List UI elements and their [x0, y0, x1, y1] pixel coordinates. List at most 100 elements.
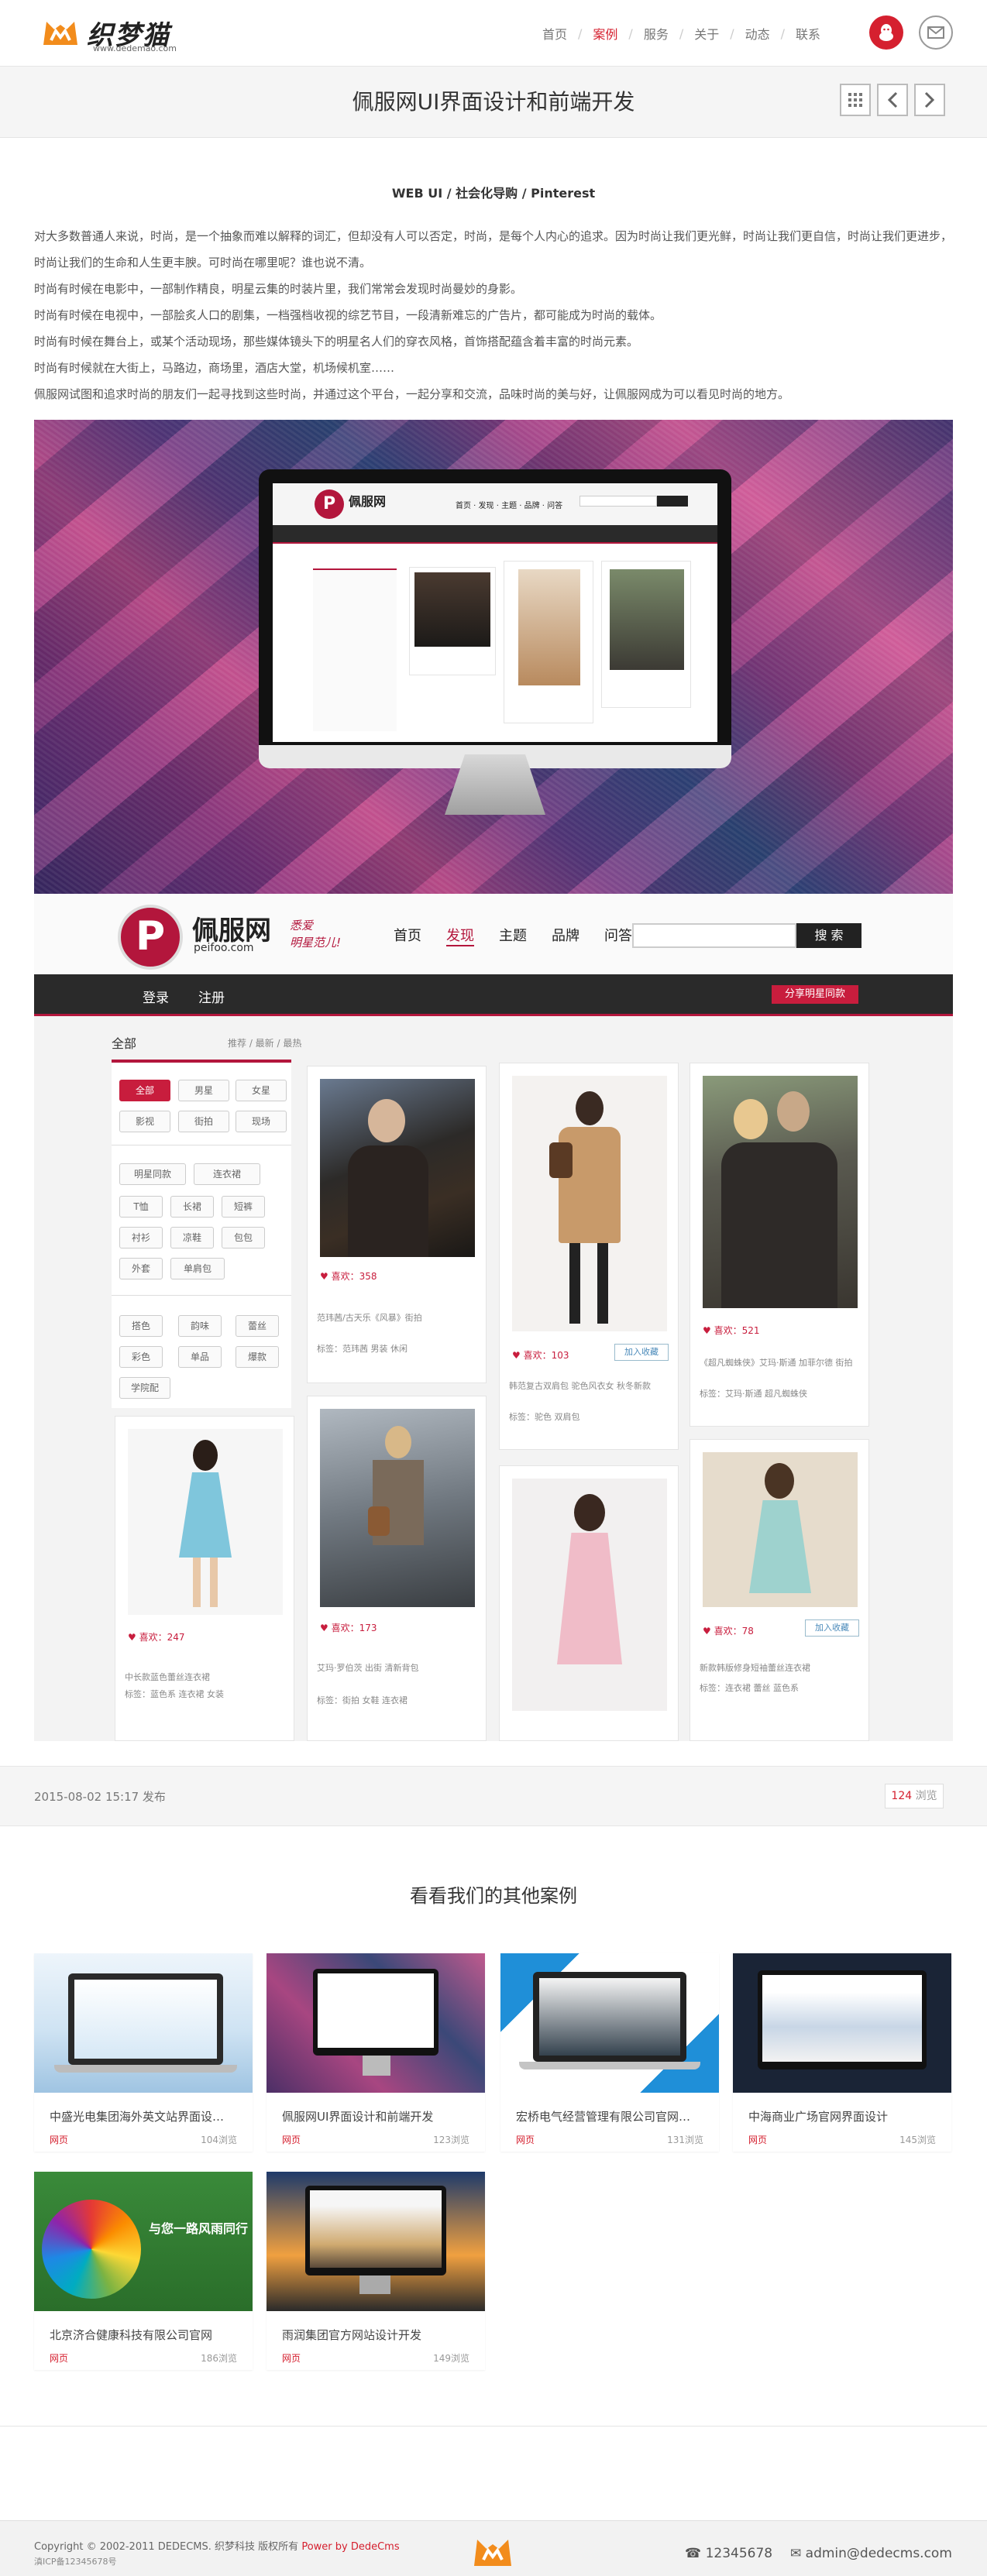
mock-card-photo [320, 1409, 475, 1607]
photo-body [348, 1145, 428, 1257]
mock-card-tags: 标签：范玮茜 男装 休闲 [317, 1344, 408, 1354]
nav-cases[interactable]: 案例 [582, 24, 628, 43]
case-card[interactable]: 中海商业广场官网界面设计 网页 145浏览 [733, 1953, 951, 2152]
mock-slogan-line: 明星范儿! [290, 936, 342, 950]
next-case-button[interactable] [914, 84, 945, 116]
mock-card-tags: 标签：连衣裙 蕾丝 蓝色系 [700, 1683, 799, 1693]
other-cases-title: 看看我们的其他案例 [410, 1885, 577, 1907]
nav-about[interactable]: 关于 [683, 24, 730, 43]
photo-dress [179, 1472, 232, 1558]
case-name[interactable]: 宏桥电气经营管理有限公司官网… [516, 2108, 690, 2124]
mock-card-tags: 标签：驼色 双肩包 [509, 1412, 580, 1422]
likes-count: 喜欢：78 [714, 1626, 754, 1637]
case-tag[interactable]: 网页 [748, 2133, 767, 2146]
mock-slogan-line: 悉爱 [290, 919, 314, 933]
case-tag[interactable]: 网页 [50, 2351, 68, 2365]
case-showcase-image: P 佩服网 首页 · 发现 · 主题 · 品牌 · 问答 P 佩服网 peifo… [34, 420, 953, 1741]
mock-url: peifoo.com [194, 942, 254, 954]
photo-body [721, 1142, 837, 1308]
envelope-icon: ✉ [790, 2546, 802, 2561]
mock-nav-item: 主题 [499, 928, 527, 944]
mock-card-photo [512, 1479, 667, 1711]
mock-collect-button: 加入收藏 [805, 1619, 859, 1637]
nav-home[interactable]: 首页 [531, 24, 578, 43]
site-footer: Copyright © 2002-2011 DEDECMS. 织梦科技 版权所有… [0, 2520, 987, 2576]
mock-logo: P [118, 905, 183, 970]
case-card[interactable]: 雨润集团官方网站设计开发 网页 149浏览 [267, 2172, 485, 2370]
mock-card-tags: 标签：蓝色系 连衣裙 女装 [125, 1689, 224, 1699]
email-address: admin@dedecms.com [805, 2546, 952, 2561]
title-bar: 佩服网UI界面设计和前端开发 [0, 67, 987, 138]
mock-slogan: 悉爱 明星范儿! [290, 917, 341, 951]
nav-services[interactable]: 服务 [633, 24, 679, 43]
section-divider [0, 2426, 987, 2427]
monitor-frame: P 佩服网 首页 · 发现 · 主题 · 品牌 · 问答 [259, 469, 731, 756]
qq-button[interactable] [869, 15, 903, 50]
photo-backpack [549, 1142, 573, 1178]
case-description: 对大多数普通人来说，时尚，是一个抽象而难以解释的词汇，但却没有人可以否定，时尚，… [34, 223, 953, 407]
mock-card-likes: ♥ 喜欢：358 [320, 1271, 377, 1282]
case-tag[interactable]: 网页 [50, 2133, 68, 2146]
photo-head [576, 1091, 604, 1125]
mock-nav-item: 首页 [394, 928, 421, 944]
nav-contact[interactable]: 联系 [785, 24, 831, 43]
case-card[interactable]: 宏桥电气经营管理有限公司官网… 网页 131浏览 [500, 1953, 719, 2152]
mock-card-photo [512, 1076, 667, 1331]
paragraph: 时尚有时候在电影中，一部制作精良，明星云集的时装片里，我们常常会发现时尚曼妙的身… [34, 282, 523, 296]
mock-card-likes: ♥ 喜欢：521 [703, 1325, 760, 1336]
mock-tag: 学院配 [119, 1377, 170, 1399]
mock-search-input [632, 923, 796, 948]
case-name[interactable]: 北京济合健康科技有限公司官网 [50, 2327, 212, 2343]
mock-card-likes: ♥ 喜欢：247 [128, 1632, 185, 1643]
mini-bar [273, 525, 717, 544]
mock-tag: 连衣裙 [194, 1163, 260, 1185]
case-tag[interactable]: 网页 [282, 2133, 301, 2146]
case-name[interactable]: 中海商业广场官网界面设计 [748, 2108, 888, 2124]
prev-case-button[interactable] [877, 84, 908, 116]
mock-nav-item: 发现 [446, 925, 474, 946]
case-card[interactable]: 佩服网UI界面设计和前端开发 网页 123浏览 [267, 1953, 485, 2152]
case-tag[interactable]: 网页 [516, 2133, 535, 2146]
likes-count: 喜欢：173 [331, 1623, 377, 1633]
monitor-display [318, 1973, 434, 2048]
case-thumbnail [733, 1953, 951, 2093]
mock-sort-tabs: 推荐 / 最新 / 最热 [228, 1038, 302, 1049]
mock-card: ♥ 喜欢：103 加入收藏 韩范复古双肩包 驼色风衣女 秋冬新款 标签：驼色 双… [499, 1063, 679, 1450]
mock-user-bar: 登录 注册 分享明星同款 [34, 974, 953, 1016]
monitor [305, 2186, 446, 2275]
view-count: 124 [891, 1790, 913, 1802]
mock-card-tags: 标签：艾玛·斯通 超凡蜘蛛侠 [700, 1389, 807, 1399]
site-logo[interactable]: 织梦猫 www.dedemao.com [40, 14, 187, 53]
footer-email[interactable]: ✉ admin@dedecms.com [790, 2546, 952, 2561]
nav-news[interactable]: 动态 [734, 24, 781, 43]
mock-login: 登录 [143, 991, 169, 1006]
case-card[interactable]: 与您一路风雨同行 北京济合健康科技有限公司官网 网页 186浏览 [34, 2172, 253, 2370]
icp-number[interactable]: 滇ICP备12345678号 [34, 2555, 117, 2567]
grid-view-button[interactable] [840, 84, 871, 116]
case-name[interactable]: 雨润集团官方网站设计开发 [282, 2327, 421, 2343]
mock-tag: 短裤 [222, 1196, 265, 1218]
case-views: 145浏览 [899, 2135, 936, 2145]
mock-share-button: 分享明星同款 [772, 985, 858, 1004]
case-name[interactable]: 佩服网UI界面设计和前端开发 [282, 2108, 433, 2124]
photo-leg [210, 1558, 218, 1607]
thumbnail-banner-text: 与您一路风雨同行 [149, 2221, 249, 2236]
photo-dress [749, 1500, 811, 1593]
photo-face [368, 1099, 405, 1142]
monitor [758, 1970, 927, 2069]
mock-tag: 单品 [178, 1346, 222, 1368]
case-name[interactable]: 中盛光电集团海外英文站界面设… [50, 2108, 224, 2124]
mock-nav: 首页 发现 主题 品牌 问答 [394, 925, 657, 946]
footer-logo-icon[interactable] [469, 2535, 516, 2569]
powered-by-link[interactable]: Power by DedeCms [301, 2541, 399, 2553]
divider [112, 1295, 291, 1296]
mock-card: ♥ 喜欢：247 中长款蓝色蕾丝连衣裙 标签：蓝色系 连衣裙 女装 [115, 1416, 294, 1741]
case-thumbnail [267, 2172, 485, 2311]
case-card[interactable]: 中盛光电集团海外英文站界面设… 网页 104浏览 [34, 1953, 253, 2152]
mail-button[interactable] [919, 15, 953, 50]
mock-card-desc: 韩范复古双肩包 驼色风衣女 秋冬新款 [509, 1381, 651, 1391]
case-tag[interactable]: 网页 [282, 2351, 301, 2365]
mock-card-tags: 标签：街拍 女鞋 连衣裙 [317, 1695, 408, 1705]
photo-head [193, 1440, 218, 1471]
case-thumbnail [500, 1953, 719, 2093]
